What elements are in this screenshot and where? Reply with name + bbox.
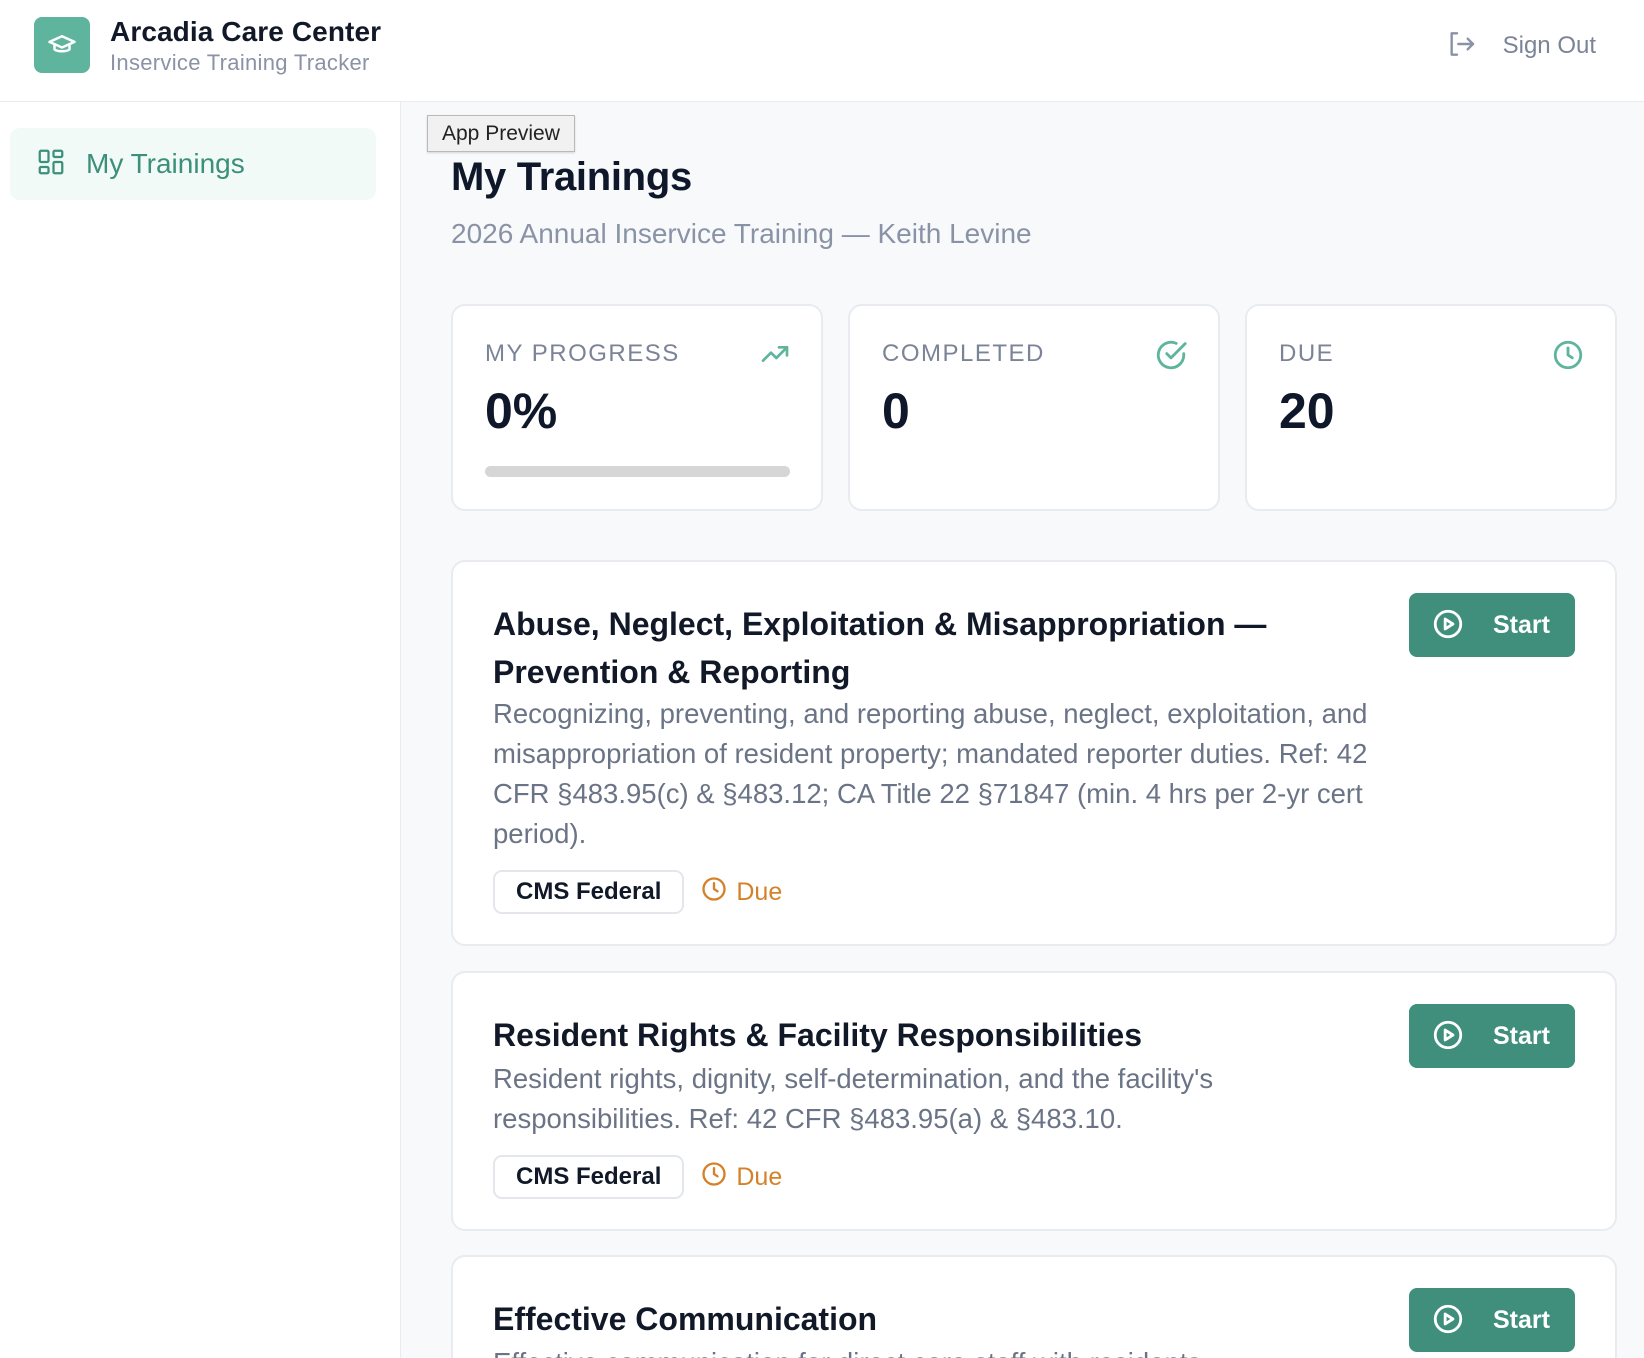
due-status: Due xyxy=(700,875,782,910)
due-status-label: Due xyxy=(736,877,783,906)
brand-name: Arcadia Care Center xyxy=(110,16,382,47)
dashboard-grid-icon xyxy=(36,147,66,182)
stat-value: 0 xyxy=(882,383,910,439)
clock-icon xyxy=(700,1160,728,1195)
training-tags: CMS Federal Due xyxy=(493,870,782,914)
stat-value: 20 xyxy=(1279,383,1335,439)
category-badge: CMS Federal xyxy=(493,870,685,914)
page-title: My Trainings xyxy=(451,155,692,199)
page-subtitle: 2026 Annual Inservice Training — Keith L… xyxy=(451,218,1032,249)
trending-up-icon xyxy=(759,338,791,375)
progress-bar xyxy=(485,466,790,477)
training-tags: CMS Federal Due xyxy=(493,1155,782,1199)
start-button[interactable]: Start xyxy=(1409,1288,1575,1352)
training-card: Abuse, Neglect, Exploitation & Misapprop… xyxy=(451,560,1617,946)
clock-icon xyxy=(1551,338,1585,377)
stat-label: MY PROGRESS xyxy=(485,340,680,367)
start-label: Start xyxy=(1493,1021,1550,1050)
brand-subtitle: Inservice Training Tracker xyxy=(110,50,370,75)
training-description: Resident rights, dignity, self-determina… xyxy=(493,1063,1214,1134)
training-title: Abuse, Neglect, Exploitation & Misapprop… xyxy=(493,606,1267,690)
training-description: Effective communication for direct care … xyxy=(493,1343,1373,1358)
stat-value: 0% xyxy=(485,383,558,439)
clock-icon xyxy=(700,875,728,910)
training-title: Effective Communication xyxy=(493,1301,878,1337)
due-status-label: Due xyxy=(736,1162,783,1191)
sign-out-label: Sign Out xyxy=(1502,32,1596,59)
sidebar-item-my-trainings[interactable]: My Trainings xyxy=(10,128,376,200)
graduation-cap-icon xyxy=(34,17,90,73)
start-label: Start xyxy=(1493,1305,1550,1334)
top-bar: Arcadia Care Center Inservice Training T… xyxy=(0,0,1644,102)
play-circle-icon xyxy=(1431,1302,1465,1339)
sidebar-item-label: My Trainings xyxy=(86,148,245,179)
sign-out-button[interactable]: Sign Out xyxy=(1445,26,1596,66)
stat-label: COMPLETED xyxy=(882,340,1045,367)
play-circle-icon xyxy=(1431,1018,1465,1055)
play-circle-icon xyxy=(1431,607,1465,644)
app-preview-tag: App Preview xyxy=(427,115,575,152)
due-stat-card: DUE 20 xyxy=(1245,304,1617,511)
training-description: Recognizing, preventing, and reporting a… xyxy=(493,698,1368,849)
stat-label: DUE xyxy=(1279,340,1335,367)
progress-stat-card: MY PROGRESS 0% xyxy=(451,304,823,511)
training-title: Resident Rights & Facility Responsibilit… xyxy=(493,1017,1143,1053)
start-button[interactable]: Start xyxy=(1409,593,1575,657)
completed-stat-card: COMPLETED 0 xyxy=(848,304,1220,511)
check-circle-icon xyxy=(1154,338,1188,377)
training-card: Resident Rights & Facility Responsibilit… xyxy=(451,971,1617,1231)
due-status: Due xyxy=(700,1160,782,1195)
start-button[interactable]: Start xyxy=(1409,1004,1575,1068)
training-card: Effective Communication Effective commun… xyxy=(451,1255,1617,1358)
sidebar: My Trainings xyxy=(0,102,401,1358)
category-badge: CMS Federal xyxy=(493,1155,685,1199)
log-out-icon xyxy=(1445,28,1477,65)
start-label: Start xyxy=(1493,610,1550,639)
